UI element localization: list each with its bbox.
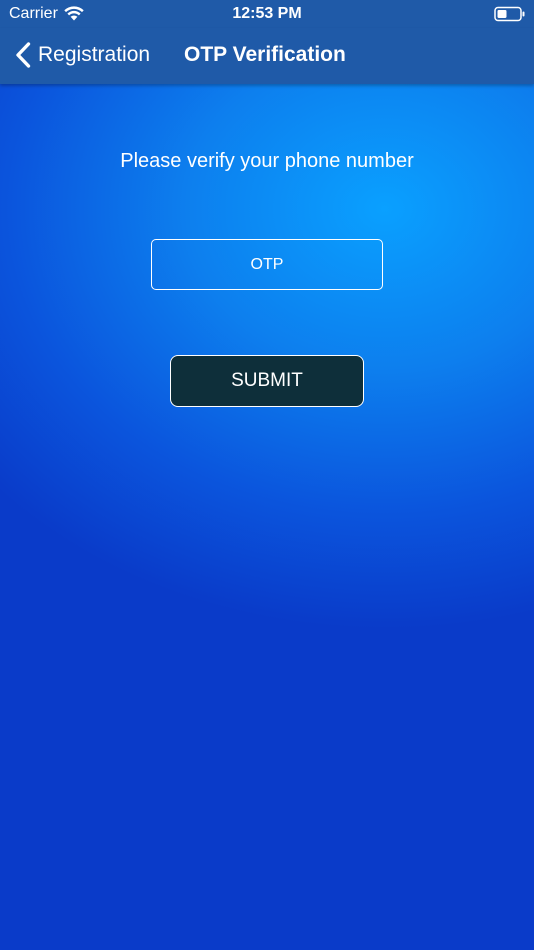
submit-button[interactable]: SUBMIT: [170, 355, 364, 407]
status-bar: Carrier 12:53 PM: [0, 0, 534, 28]
otp-verification-screen: Carrier 12:53 PM Registration OTP Verifi…: [0, 0, 534, 950]
battery-icon: [494, 6, 525, 22]
verify-phone-prompt: Please verify your phone number: [120, 150, 414, 172]
otp-input[interactable]: [151, 239, 383, 290]
chevron-left-icon: [16, 42, 31, 68]
page-title: OTP Verification: [184, 43, 346, 66]
back-button-label: Registration: [38, 43, 151, 66]
navigation-bar: Registration OTP Verification: [0, 28, 534, 84]
status-time: 12:53 PM: [232, 5, 302, 22]
back-button[interactable]: Registration: [14, 39, 150, 71]
